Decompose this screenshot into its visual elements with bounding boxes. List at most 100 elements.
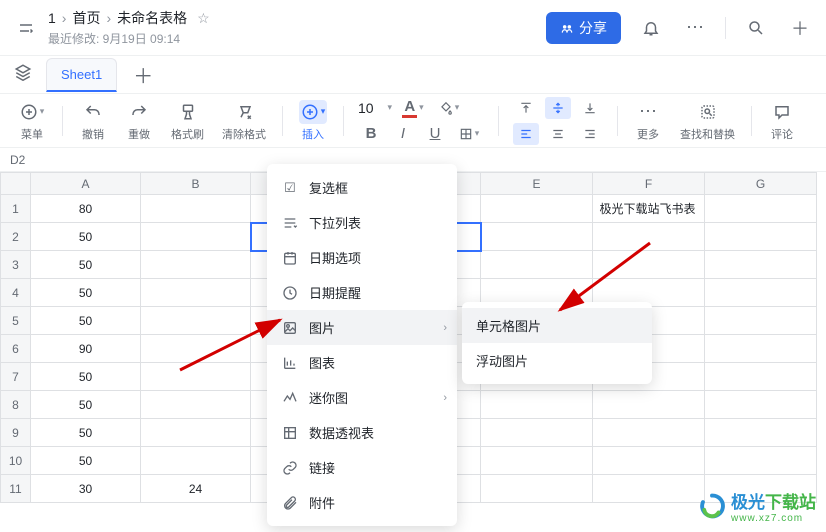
cell[interactable] [593,251,705,279]
cell[interactable] [705,195,817,223]
cell[interactable] [593,223,705,251]
submenu-cell-image[interactable]: 单元格图片 [462,308,652,343]
border-button[interactable]: ▾ [454,123,484,145]
row-header[interactable]: 7 [1,363,31,391]
row-header[interactable]: 3 [1,251,31,279]
row-header[interactable]: 4 [1,279,31,307]
cell[interactable]: 50 [31,307,141,335]
row-header[interactable]: 2 [1,223,31,251]
cell[interactable] [705,223,817,251]
insert-button[interactable]: ▾ 插入 [291,98,335,144]
cell[interactable] [141,391,251,419]
row-header[interactable]: 5 [1,307,31,335]
find-replace-button[interactable]: 查找和替换 [672,98,743,144]
cell[interactable] [593,475,705,503]
row-header[interactable]: 8 [1,391,31,419]
more-icon[interactable]: ⋯ [681,14,709,42]
cell[interactable] [705,363,817,391]
col-header[interactable]: E [481,173,593,195]
cell[interactable]: 50 [31,279,141,307]
cell[interactable]: 24 [141,475,251,503]
cell[interactable] [481,447,593,475]
share-button[interactable]: 分享 [546,12,621,44]
cell[interactable] [481,223,593,251]
align-center-button[interactable] [545,123,571,145]
cell[interactable] [481,251,593,279]
align-left-button[interactable] [513,123,539,145]
menu-sparkline[interactable]: 迷你图› [267,380,457,415]
cell[interactable] [141,223,251,251]
cell[interactable] [593,447,705,475]
cell[interactable] [593,391,705,419]
undo-button[interactable]: 撤销 [71,98,115,144]
menu-link[interactable]: 链接 [267,450,457,485]
cell[interactable] [141,251,251,279]
menu-date-option[interactable]: 日期选项 [267,240,457,275]
col-header[interactable]: F [593,173,705,195]
col-header[interactable]: B [141,173,251,195]
row-header[interactable]: 6 [1,335,31,363]
menu-chart[interactable]: 图表 [267,345,457,380]
row-header[interactable]: 1 [1,195,31,223]
collapse-icon[interactable] [12,14,40,42]
select-all-corner[interactable] [1,173,31,195]
cell[interactable] [481,391,593,419]
cell[interactable]: 30 [31,475,141,503]
italic-button[interactable]: I [390,123,416,145]
breadcrumb-home[interactable]: 首页 [72,8,100,28]
cell[interactable]: 50 [31,447,141,475]
menu-date-remind[interactable]: 日期提醒 [267,275,457,310]
cell[interactable] [141,335,251,363]
layers-icon[interactable] [8,63,38,86]
col-header[interactable]: G [705,173,817,195]
doc-title[interactable]: 未命名表格 [117,8,187,28]
cell[interactable]: 50 [31,251,141,279]
valign-middle-button[interactable] [545,97,571,119]
cell[interactable] [705,335,817,363]
cell[interactable] [481,475,593,503]
search-icon[interactable] [742,14,770,42]
row-header[interactable]: 11 [1,475,31,503]
submenu-float-image[interactable]: 浮动图片 [462,343,652,378]
cell[interactable] [141,307,251,335]
menu-attachment[interactable]: 附件 [267,485,457,520]
font-size-select[interactable]: 10▾ [358,100,392,116]
cell[interactable] [593,419,705,447]
cell[interactable] [141,419,251,447]
menu-checkbox[interactable]: ☑复选框 [267,170,457,205]
cell[interactable] [481,195,593,223]
cell[interactable] [705,251,817,279]
cell[interactable]: 50 [31,363,141,391]
format-painter-button[interactable]: 格式刷 [163,98,212,144]
row-header[interactable]: 10 [1,447,31,475]
cell[interactable]: 50 [31,223,141,251]
cell[interactable] [705,447,817,475]
redo-button[interactable]: 重做 [117,98,161,144]
cell[interactable]: 50 [31,419,141,447]
cell[interactable]: 50 [31,391,141,419]
cell[interactable] [141,363,251,391]
text-color-button[interactable]: A▾ [398,97,428,119]
cell[interactable] [141,279,251,307]
cell[interactable]: 极光下载站飞书表 [593,195,705,223]
bell-icon[interactable] [637,14,665,42]
cell[interactable] [705,391,817,419]
fill-color-button[interactable]: ▾ [434,97,464,119]
cell[interactable] [141,447,251,475]
cell[interactable] [141,195,251,223]
tab-sheet1[interactable]: Sheet1 [46,58,117,92]
cell[interactable] [481,419,593,447]
clear-format-button[interactable]: 清除格式 [214,98,274,144]
valign-bottom-button[interactable] [577,97,603,119]
menu-dropdown-list[interactable]: 下拉列表 [267,205,457,240]
cell[interactable] [705,279,817,307]
comment-button[interactable]: 评论 [760,98,804,144]
cell[interactable] [705,419,817,447]
more-button[interactable]: ⋯ 更多 [626,98,670,144]
menu-image[interactable]: 图片› [267,310,457,345]
valign-top-button[interactable] [513,97,539,119]
col-header[interactable]: A [31,173,141,195]
menu-button[interactable]: ▾ 菜单 [10,98,54,144]
underline-button[interactable]: U [422,123,448,145]
menu-pivot[interactable]: 数据透视表 [267,415,457,450]
